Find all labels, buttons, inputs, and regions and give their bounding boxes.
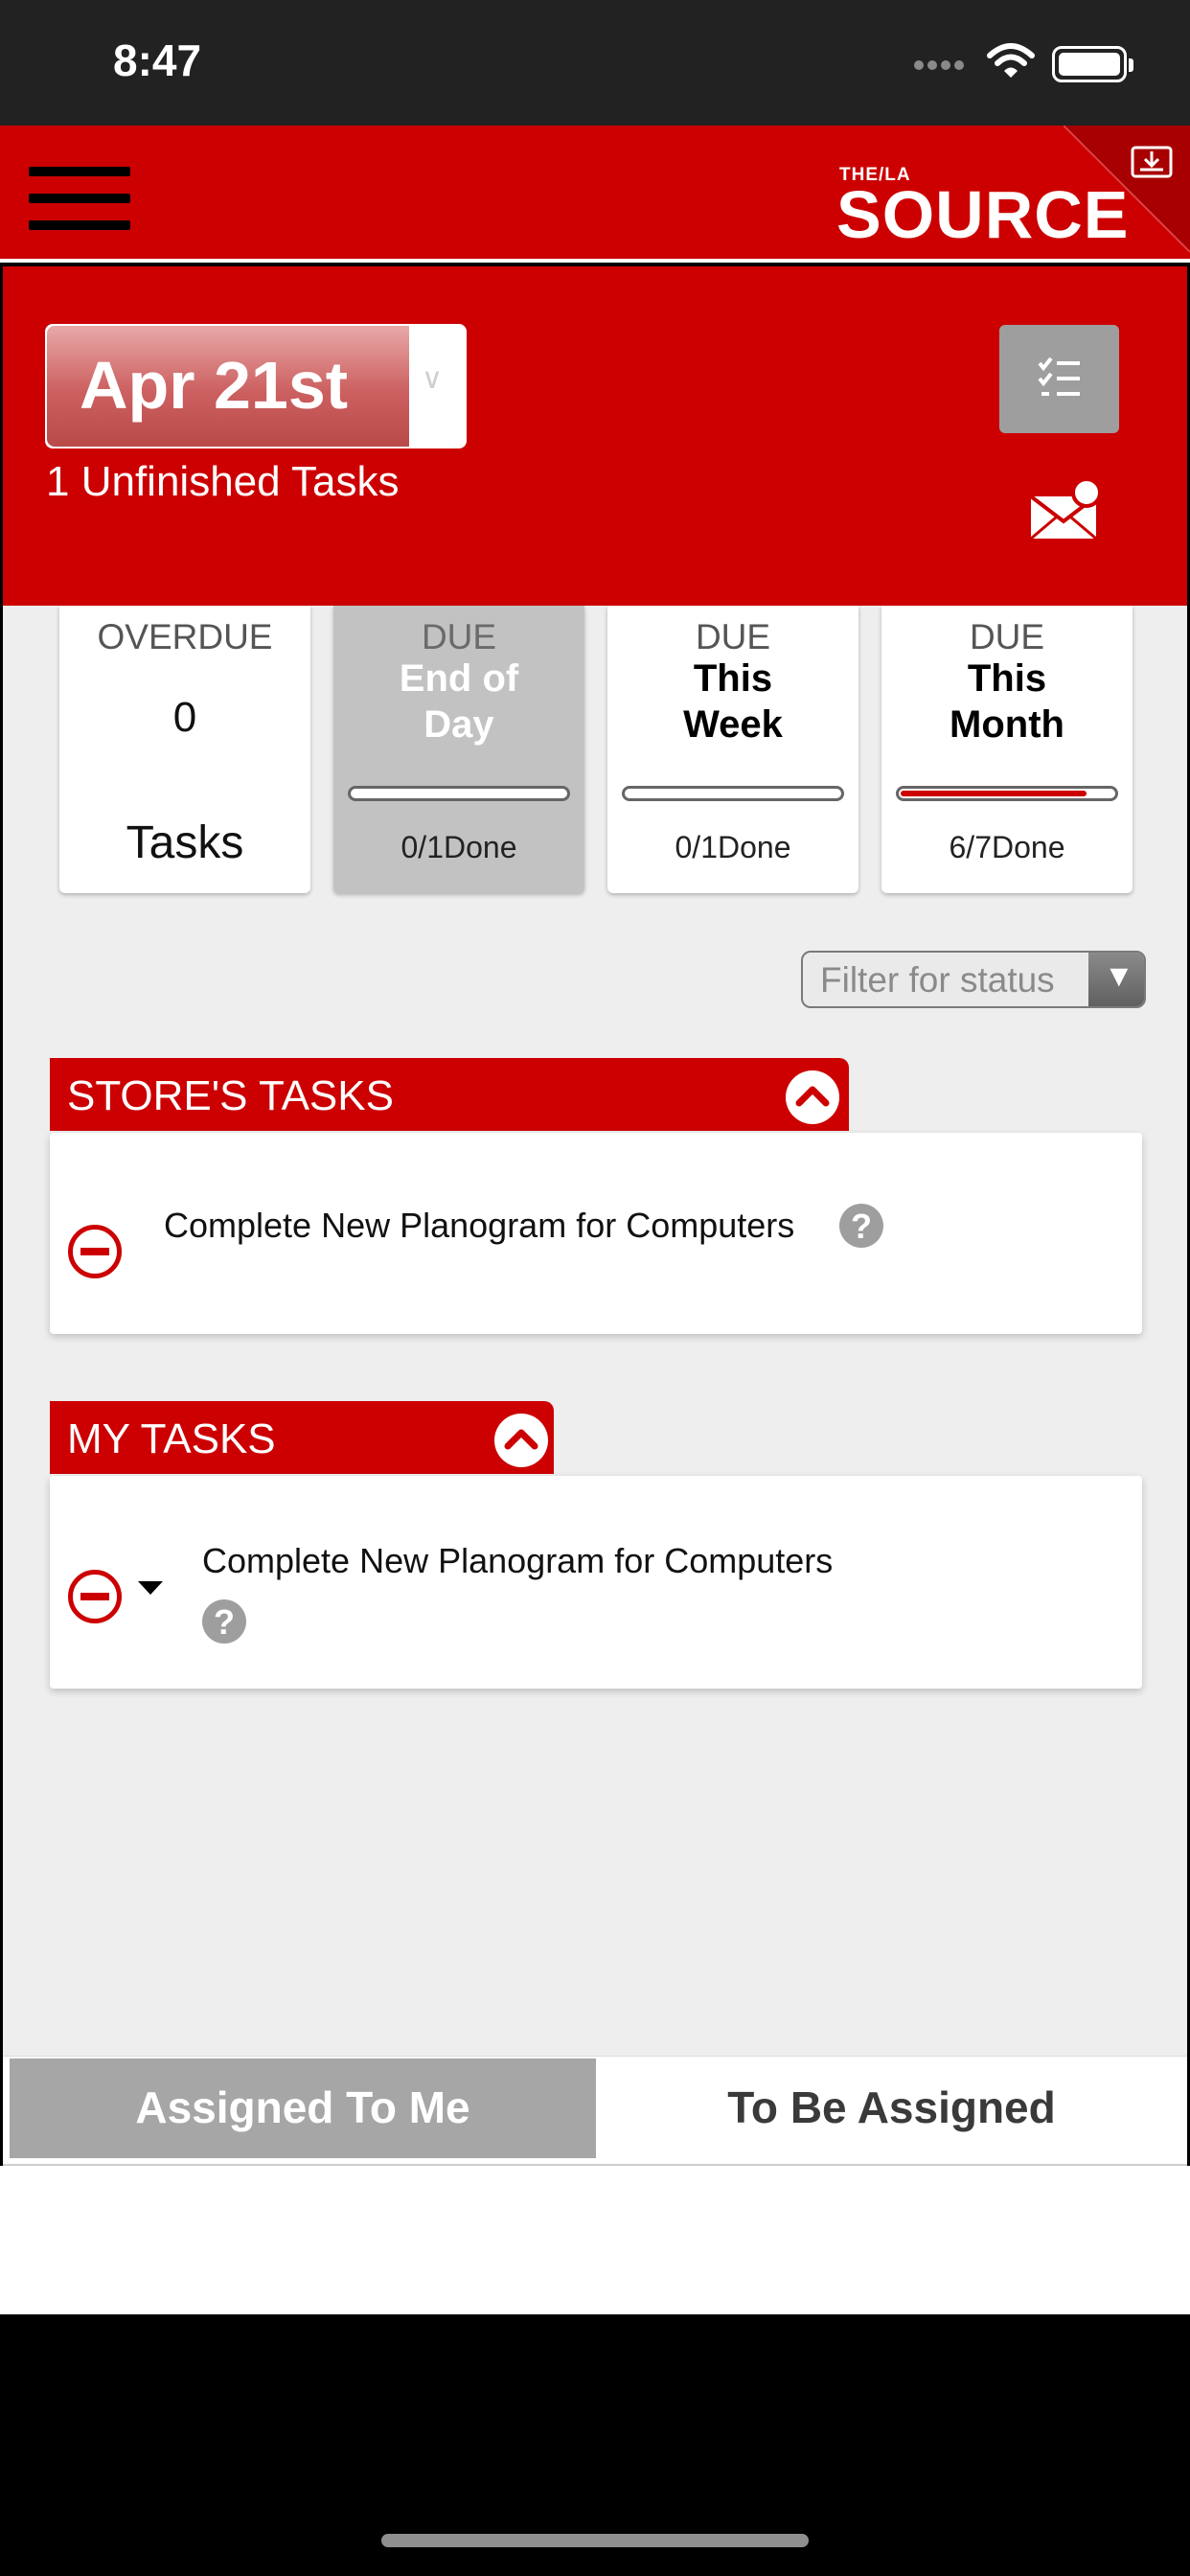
checklist-icon [1038,356,1080,396]
dropdown-arrow-button[interactable]: ▼ [1088,953,1144,1006]
triangle-down-icon: ▼ [1104,958,1134,993]
tab-assigned-to-me[interactable]: Assigned To Me [10,2058,596,2158]
card-label: DUE [695,617,771,656]
chevron-down-icon[interactable]: ∨ [422,362,443,396]
task-title[interactable]: Complete New Planogram for Computers [202,1541,833,1581]
task-title[interactable]: Complete New Planogram for Computers [164,1206,794,1246]
card-label: OVERDUE [97,617,273,656]
mail-notification-icon[interactable] [1027,475,1106,542]
collapse-toggle[interactable] [786,1070,839,1124]
download-icon[interactable] [1131,146,1173,178]
card-period: End of Day [399,657,519,746]
progress-bar [348,786,570,801]
progress-bar [896,786,1118,801]
due-this-month-card[interactable]: DUE This Month 6/7Done [881,606,1133,893]
overdue-count: 0 [172,694,197,741]
corner-tab-icon[interactable] [1064,126,1190,252]
chevron-up-icon [504,1429,538,1450]
section-title: MY TASKS [67,1415,276,1462]
unfinished-tasks-count: 1 Unfinished Tasks [46,458,400,505]
footer-area [0,2166,1190,2314]
tab-to-be-assigned[interactable]: To Be Assigned [596,2058,1187,2158]
status-filter-select[interactable]: Filter for status ▼ [801,951,1146,1008]
done-count: 0/1Done [675,830,791,864]
status-time: 8:47 [113,35,202,85]
card-period: This Week [683,657,783,746]
collapse-toggle[interactable] [494,1414,548,1467]
card-period: This Month [950,657,1064,746]
my-tasks-list: Complete New Planogram for Computers ? [50,1476,1142,1689]
done-count: 0/1Done [400,830,517,864]
tab-label: To Be Assigned [727,2082,1056,2132]
help-icon[interactable]: ? [202,1599,246,1644]
home-indicator[interactable] [381,2534,809,2547]
chevron-up-icon [795,1086,830,1107]
checklist-button[interactable] [999,325,1119,433]
due-this-week-card[interactable]: DUE This Week 0/1Done [607,606,858,893]
minus-circle-icon[interactable] [68,1570,122,1623]
overdue-card[interactable]: OVERDUE 0 Tasks [59,606,310,893]
overdue-unit: Tasks [126,817,244,868]
minus-circle-icon[interactable] [68,1225,122,1278]
hamburger-menu-icon[interactable] [29,163,130,232]
section-title: STORE'S TASKS [67,1072,394,1119]
stores-tasks-list: Complete New Planogram for Computers ? [50,1133,1142,1334]
tab-label: Assigned To Me [135,2082,470,2132]
due-end-of-day-card[interactable]: DUE End of Day 0/1Done [333,606,584,893]
filter-placeholder: Filter for status [820,960,1055,1000]
done-count: 6/7Done [949,830,1065,864]
battery-icon [1052,46,1133,82]
progress-bar [622,786,844,801]
my-tasks-header[interactable]: MY TASKS [50,1401,554,1474]
cellular-signal-icon [914,58,968,75]
card-label: DUE [969,617,1045,656]
help-icon[interactable]: ? [839,1204,883,1248]
card-label: DUE [421,617,497,656]
stores-tasks-header[interactable]: STORE'S TASKS [50,1058,849,1131]
wifi-icon [987,43,1035,78]
selected-date[interactable]: Apr 21st [80,347,348,424]
caret-down-icon[interactable] [136,1579,165,1598]
